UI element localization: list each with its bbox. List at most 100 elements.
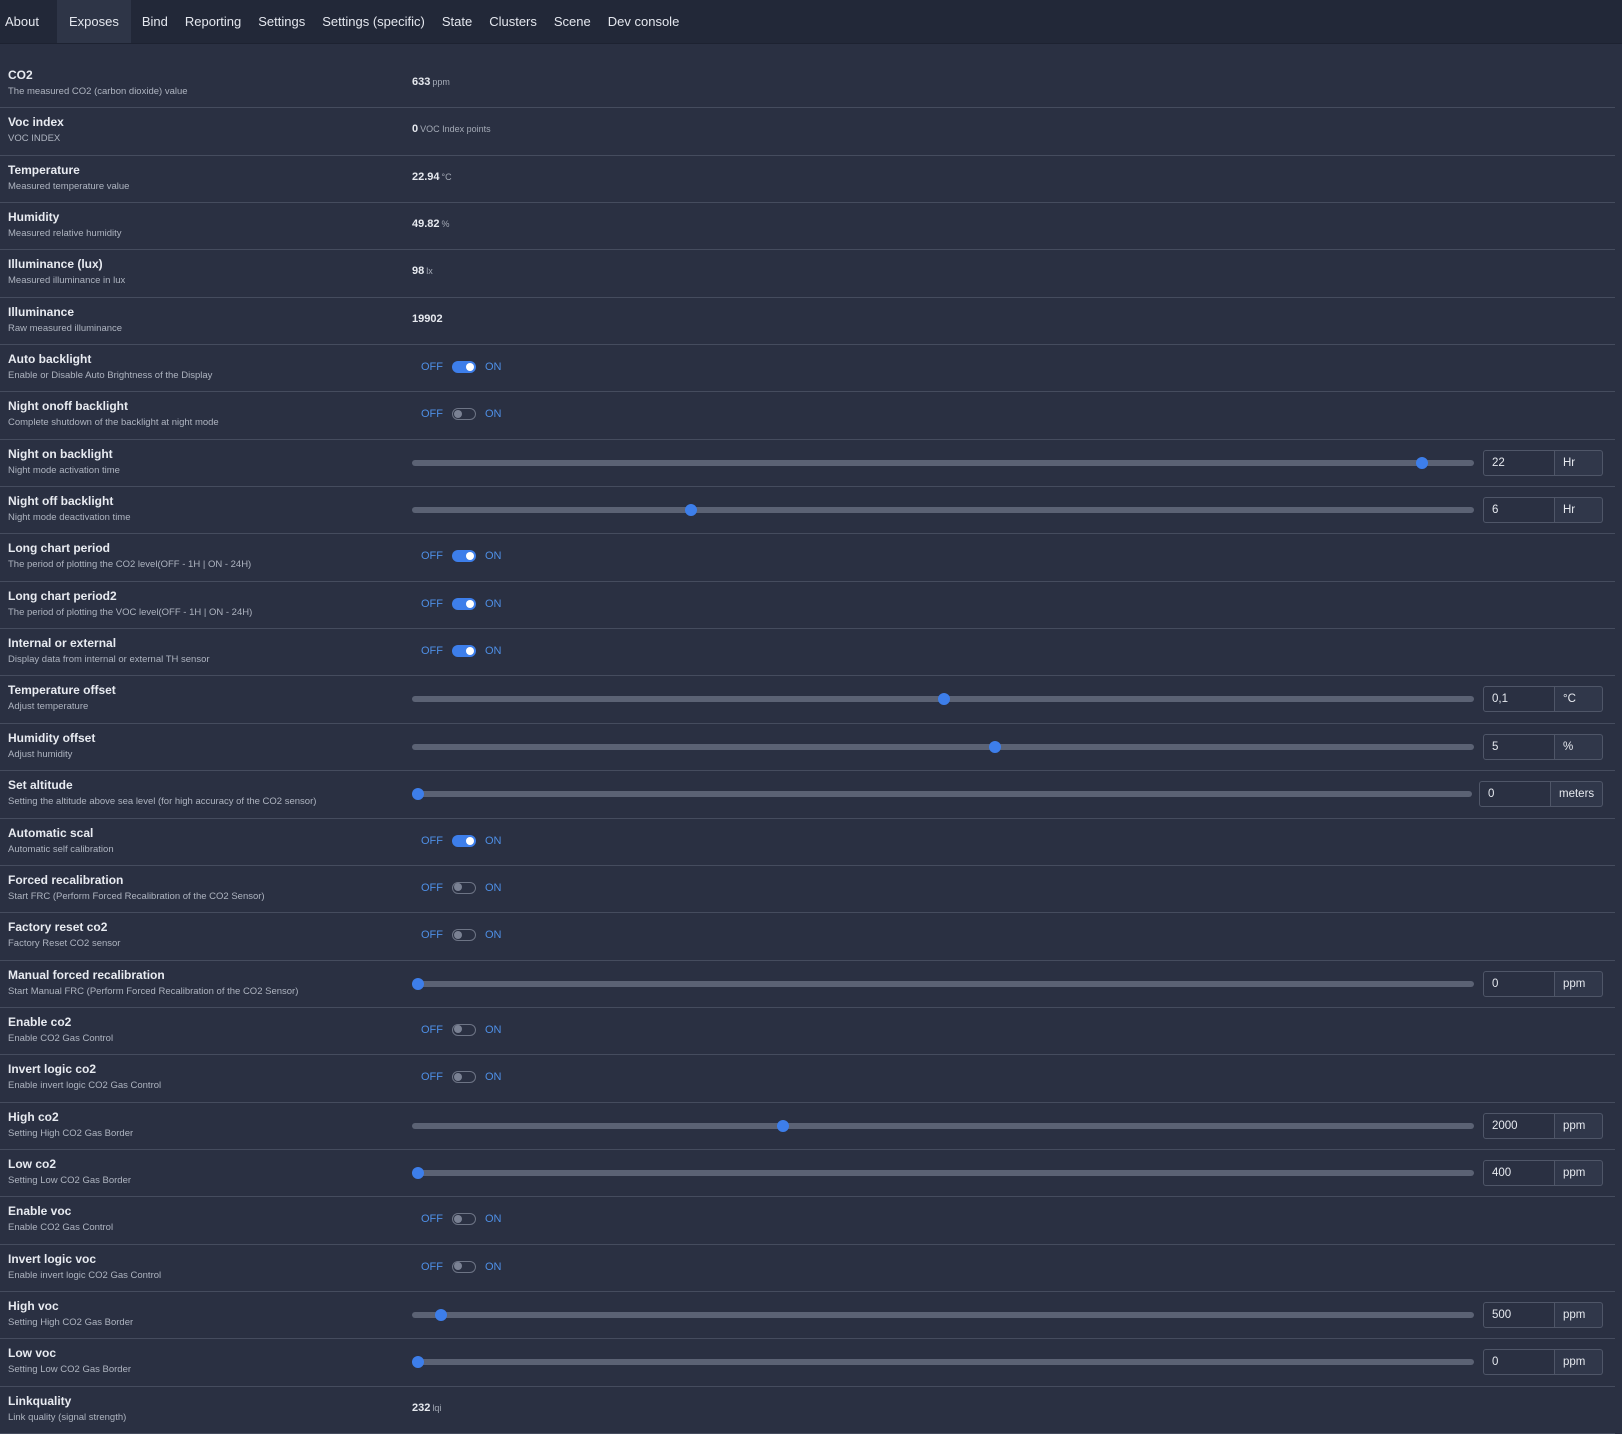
switch-off-label[interactable]: OFF (421, 1071, 443, 1083)
switch-off-label[interactable]: OFF (421, 408, 443, 420)
switch-on-label[interactable]: ON (485, 550, 502, 562)
expose-title: Low voc (8, 1346, 57, 1361)
number-input[interactable] (1483, 1159, 1555, 1186)
slider-thumb[interactable] (1415, 456, 1428, 469)
expose-row: Low co2 Setting Low CO2 Gas Border ppm (0, 1150, 1615, 1198)
expose-title: Night off backlight (8, 494, 114, 509)
switch-off-label[interactable]: OFF (421, 835, 443, 847)
number-input[interactable] (1483, 1349, 1555, 1376)
switch-on-label[interactable]: ON (485, 408, 502, 420)
slider-thumb[interactable] (938, 693, 951, 706)
toggle-switch[interactable] (452, 1260, 476, 1273)
expose-description: Night mode activation time (8, 464, 120, 476)
tab-exposes[interactable]: Exposes (56, 0, 131, 43)
on-off-switch: OFF ON (421, 880, 502, 896)
range-slider[interactable] (412, 1119, 1474, 1132)
range-slider[interactable] (412, 1308, 1474, 1321)
slider-thumb[interactable] (412, 788, 425, 801)
toggle-switch[interactable] (452, 881, 476, 894)
expose-row: High voc Setting High CO2 Gas Border ppm (0, 1292, 1615, 1340)
tab-clusters[interactable]: Clusters (484, 0, 549, 43)
expose-description: Setting the altitude above sea level (fo… (8, 796, 317, 808)
tab-dev-console[interactable]: Dev console (603, 0, 692, 43)
switch-off-label[interactable]: OFF (421, 645, 443, 657)
switch-on-label[interactable]: ON (485, 1213, 502, 1225)
slider-thumb[interactable] (434, 1308, 447, 1321)
on-off-switch: OFF ON (421, 1022, 502, 1038)
tab-about[interactable]: About (0, 0, 51, 43)
switch-off-label[interactable]: OFF (421, 1213, 443, 1225)
number-input[interactable] (1483, 1301, 1555, 1328)
toggle-switch[interactable] (452, 550, 476, 563)
switch-on-label[interactable]: ON (485, 1024, 502, 1036)
expose-description: Enable or Disable Auto Brightness of the… (8, 370, 213, 382)
slider-thumb[interactable] (685, 504, 698, 517)
toggle-switch[interactable] (452, 408, 476, 421)
tab-bind[interactable]: Bind (137, 0, 180, 43)
number-input[interactable] (1483, 449, 1555, 476)
expose-title: Temperature offset (8, 683, 116, 698)
switch-off-label[interactable]: OFF (421, 882, 443, 894)
toggle-switch[interactable] (452, 1071, 476, 1084)
switch-on-label[interactable]: ON (485, 598, 502, 610)
tab-state[interactable]: State (437, 0, 484, 43)
switch-on-label[interactable]: ON (485, 882, 502, 894)
switch-off-label[interactable]: OFF (421, 550, 443, 562)
toggle-switch[interactable] (452, 1023, 476, 1036)
value-number: 19902 (412, 312, 443, 325)
toggle-switch[interactable] (452, 929, 476, 942)
switch-on-label[interactable]: ON (485, 835, 502, 847)
slider-thumb[interactable] (412, 977, 425, 990)
switch-off-label[interactable]: OFF (421, 598, 443, 610)
tab-settings[interactable]: Settings (253, 0, 317, 43)
number-input[interactable] (1479, 781, 1551, 808)
switch-on-label[interactable]: ON (485, 361, 502, 373)
switch-on-label[interactable]: ON (485, 645, 502, 657)
tab-settings-specific[interactable]: Settings (specific) (317, 0, 437, 43)
expose-title: Factory reset co2 (8, 920, 108, 935)
expose-row: Manual forced recalibration Start Manual … (0, 961, 1615, 1008)
expose-title: Invert logic voc (8, 1251, 97, 1266)
toggle-knob (466, 647, 474, 656)
number-input[interactable] (1483, 733, 1555, 760)
toggle-switch[interactable] (452, 645, 476, 658)
number-input[interactable] (1483, 970, 1555, 997)
toggle-switch[interactable] (452, 597, 476, 610)
range-slider[interactable] (412, 1356, 1474, 1369)
number-input[interactable] (1483, 1112, 1555, 1139)
expose-description: Enable invert logic CO2 Gas Control (8, 1080, 162, 1092)
expose-row: Invert logic voc Enable invert logic CO2 … (0, 1245, 1615, 1292)
toggle-switch[interactable] (452, 834, 476, 847)
switch-on-label[interactable]: ON (485, 1071, 502, 1083)
number-input[interactable] (1483, 497, 1555, 524)
tab-reporting[interactable]: Reporting (180, 0, 253, 43)
number-input-group: ppm (1483, 1112, 1603, 1139)
range-slider[interactable] (412, 788, 1472, 801)
range-slider[interactable] (412, 504, 1474, 517)
expose-description: Measured temperature value (8, 180, 130, 192)
switch-on-label[interactable]: ON (485, 1261, 502, 1273)
slider-thumb[interactable] (776, 1119, 789, 1132)
number-input[interactable] (1483, 686, 1555, 713)
range-slider[interactable] (412, 456, 1474, 469)
switch-off-label[interactable]: OFF (421, 1261, 443, 1273)
slider-thumb[interactable] (989, 740, 1002, 753)
on-off-switch: OFF ON (421, 643, 502, 659)
toggle-switch[interactable] (452, 361, 476, 374)
expose-row: Temperature Measured temperature value 22.… (0, 156, 1615, 204)
range-slider[interactable] (412, 1166, 1474, 1179)
switch-off-label[interactable]: OFF (421, 929, 443, 941)
expose-description: Factory Reset CO2 sensor (8, 938, 121, 950)
range-slider[interactable] (412, 740, 1474, 753)
switch-on-label[interactable]: ON (485, 929, 502, 941)
expose-row: Voc index VOC INDEX 0 VOC Index points (0, 108, 1615, 156)
slider-thumb[interactable] (412, 1356, 425, 1369)
switch-off-label[interactable]: OFF (421, 1024, 443, 1036)
slider-thumb[interactable] (412, 1166, 425, 1179)
toggle-switch[interactable] (452, 1213, 476, 1226)
range-slider[interactable] (412, 693, 1474, 706)
switch-off-label[interactable]: OFF (421, 361, 443, 373)
range-slider[interactable] (412, 977, 1474, 990)
tab-scene[interactable]: Scene (549, 0, 603, 43)
unit-addon: °C (1555, 686, 1603, 713)
